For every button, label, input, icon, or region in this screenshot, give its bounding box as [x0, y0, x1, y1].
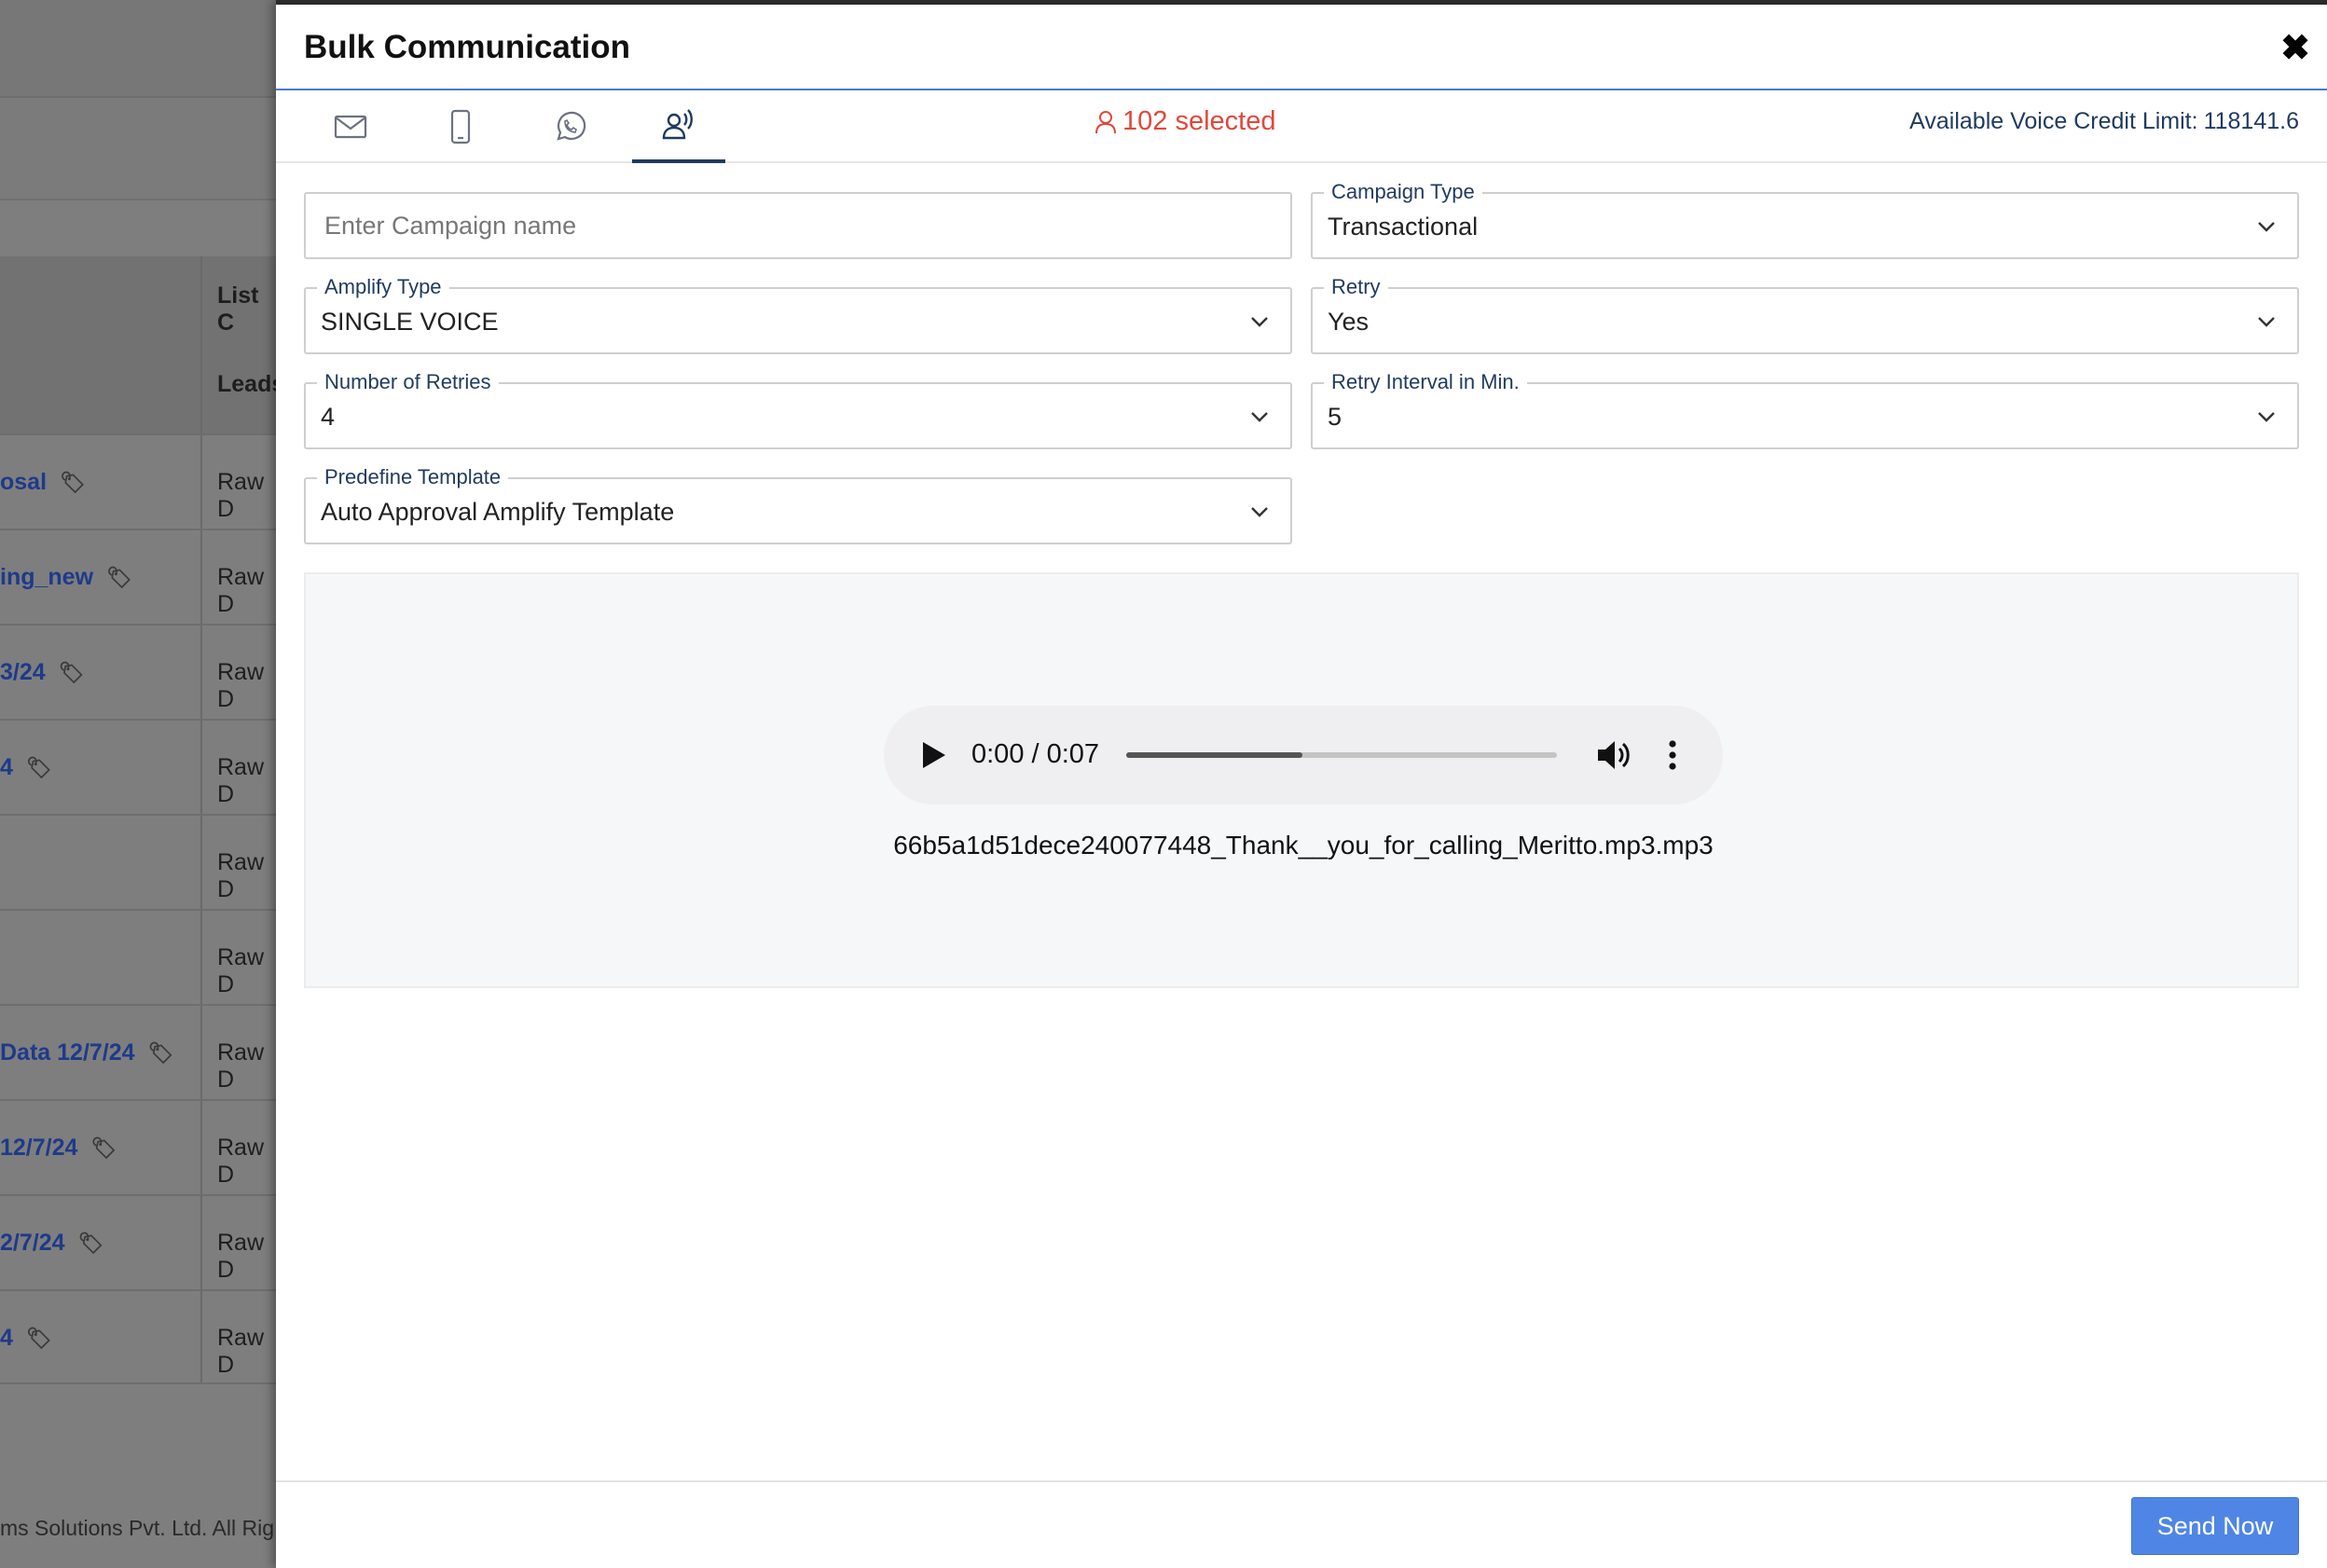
send-now-button[interactable]: Send Now: [2131, 1497, 2299, 1555]
more-options-icon[interactable]: [1665, 737, 1680, 773]
list-type: Raw D: [217, 1325, 265, 1378]
bulk-communication-modal: Bulk Communication ✖ 102 selected Availa…: [276, 0, 2327, 1568]
chevron-down-icon: [2258, 412, 2275, 422]
campaign-name-field[interactable]: [304, 192, 1292, 259]
table-row[interactable]: Data 12/7/24 🏷 Raw D: [0, 1004, 280, 1099]
retry-interval-value: 5: [1328, 403, 1342, 431]
volume-icon[interactable]: [1594, 737, 1632, 773]
modal-title: Bulk Communication: [304, 29, 631, 65]
table-row[interactable]: ing_new 🏷 Raw D: [0, 529, 280, 624]
retry-select[interactable]: Retry Yes: [1311, 274, 2299, 354]
tab-voice[interactable]: [632, 90, 725, 163]
chevron-down-icon: [1251, 507, 1268, 517]
campaign-type-value: Transactional: [1328, 213, 1479, 241]
audio-progress-fill: [1126, 752, 1303, 758]
list-type: Raw D: [217, 849, 265, 902]
tab-sms[interactable]: [414, 90, 507, 163]
audio-preview-panel: 0:00 / 0:07 66b5a1d51dece240077448_Thank…: [304, 572, 2299, 988]
number-of-retries-select[interactable]: Number of Retries 4: [304, 369, 1292, 449]
tag-icon[interactable]: 🏷: [26, 756, 52, 780]
audio-filename: 66b5a1d51dece240077448_Thank__you_for_ca…: [893, 831, 1714, 860]
column-header-leads: Leads: [217, 371, 280, 397]
retry-interval-label: Retry Interval in Min.: [1324, 369, 1527, 395]
audio-player: 0:00 / 0:07: [884, 706, 1723, 805]
number-of-retries-label: Number of Retries: [317, 369, 499, 395]
selected-count-text: 102 selected: [1122, 106, 1276, 136]
user-icon: [1095, 110, 1116, 133]
table-row[interactable]: 12/7/24 🏷 Raw D: [0, 1099, 280, 1194]
tab-whatsapp[interactable]: [523, 90, 616, 163]
selected-count: 102 selected: [1095, 106, 1275, 137]
list-name-link[interactable]: 4 🏷: [0, 1325, 52, 1352]
list-name-link[interactable]: 12/7/24 🏷: [0, 1135, 117, 1162]
tag-icon[interactable]: 🏷: [60, 471, 86, 495]
list-type: Raw D: [217, 754, 265, 807]
modal-footer: Send Now: [276, 1480, 2327, 1568]
background-subbar: [0, 98, 280, 200]
close-icon[interactable]: ✖: [2280, 31, 2310, 66]
play-icon[interactable]: [919, 739, 947, 771]
amplify-type-select[interactable]: Amplify Type SINGLE VOICE: [304, 274, 1292, 354]
retry-value: Yes: [1328, 308, 1370, 336]
copyright-footer: ms Solutions Pvt. Ltd. All Rig: [0, 1516, 275, 1540]
list-name-link[interactable]: ing_new 🏷: [0, 564, 132, 591]
list-type: Raw D: [217, 1230, 265, 1283]
chevron-down-icon: [2258, 222, 2275, 232]
retry-label: Retry: [1324, 274, 1388, 300]
list-type: Raw D: [217, 659, 265, 712]
whatsapp-icon: [557, 111, 586, 141]
voice-credit-limit: Available Voice Credit Limit: 118141.6: [1909, 108, 2299, 135]
tag-icon[interactable]: 🏷: [59, 661, 85, 685]
table-row[interactable]: 2/7/24 🏷 Raw D: [0, 1194, 280, 1289]
table-row[interactable]: 4 🏷 Raw D: [0, 1289, 280, 1384]
list-type: Raw D: [217, 564, 265, 617]
list-type: Raw D: [217, 1135, 265, 1188]
tag-icon[interactable]: 🏷: [78, 1231, 104, 1256]
list-type: Raw D: [217, 1039, 265, 1093]
tag-icon[interactable]: 🏷: [106, 566, 132, 590]
tag-icon[interactable]: 🏷: [148, 1041, 174, 1066]
chevron-down-icon: [1251, 412, 1268, 422]
table-row[interactable]: 4 🏷 Raw D: [0, 719, 280, 814]
chevron-down-icon: [1251, 317, 1268, 327]
list-name-link[interactable]: 4 🏷: [0, 754, 52, 781]
table-row[interactable]: Raw D: [0, 909, 280, 1004]
tag-icon[interactable]: 🏷: [90, 1136, 117, 1161]
credit-value: 118141.6: [2203, 108, 2299, 134]
predefine-template-select[interactable]: Predefine Template Auto Approval Amplify…: [304, 464, 1292, 544]
campaign-type-select[interactable]: Campaign Type Transactional: [1311, 179, 2299, 259]
column-header-list: List C: [217, 282, 259, 336]
audio-progress-bar[interactable]: [1126, 752, 1557, 758]
list-name-link[interactable]: 3/24 🏷: [0, 659, 85, 686]
background-topbar: [0, 0, 280, 98]
modal-header: Bulk Communication ✖: [276, 0, 2327, 90]
tag-icon[interactable]: 🏷: [26, 1327, 52, 1351]
background-page: List C Leads osal 🏷 Raw D ing_new 🏷 Raw D …: [0, 0, 280, 1568]
campaign-name-input[interactable]: [306, 194, 1290, 257]
email-icon: [334, 115, 367, 139]
retry-interval-select[interactable]: Retry Interval in Min. 5: [1311, 369, 2299, 449]
amplify-type-value: SINGLE VOICE: [321, 308, 499, 336]
list-name-link[interactable]: osal 🏷: [0, 469, 86, 496]
list-name-link[interactable]: Data 12/7/24 🏷: [0, 1039, 173, 1066]
chevron-down-icon: [2258, 317, 2275, 327]
campaign-type-label: Campaign Type: [1324, 179, 1482, 205]
number-of-retries-value: 4: [321, 403, 336, 431]
list-type: Raw D: [217, 944, 265, 997]
tab-email[interactable]: [304, 90, 397, 163]
list-type: Raw D: [217, 469, 265, 522]
table-row[interactable]: osal 🏷 Raw D: [0, 433, 280, 529]
predefine-template-value: Auto Approval Amplify Template: [321, 498, 675, 526]
voice-icon: [662, 109, 693, 140]
amplify-type-label: Amplify Type: [317, 274, 449, 300]
audio-time: 0:00 / 0:07: [971, 739, 1100, 769]
table-row[interactable]: 3/24 🏷 Raw D: [0, 624, 280, 719]
list-name-link[interactable]: 2/7/24 🏷: [0, 1230, 103, 1257]
predefine-template-label: Predefine Template: [317, 464, 509, 490]
table-row[interactable]: Raw D: [0, 814, 280, 909]
credit-label: Available Voice Credit Limit:: [1909, 108, 2198, 134]
mobile-icon: [450, 109, 471, 144]
